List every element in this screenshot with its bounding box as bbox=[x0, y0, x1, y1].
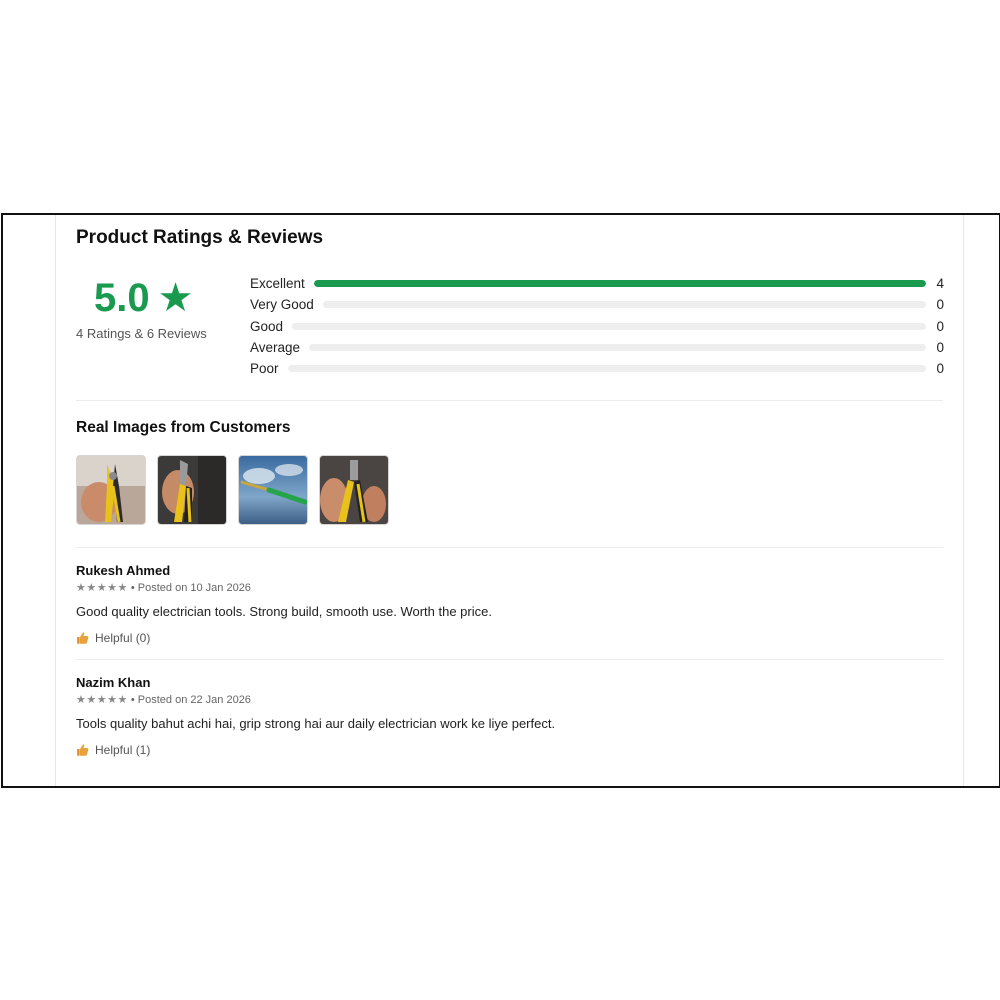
pliers-photo-3 bbox=[320, 456, 388, 524]
customer-image-4[interactable] bbox=[319, 455, 389, 525]
customer-images-title: Real Images from Customers bbox=[76, 419, 291, 436]
distribution-bar bbox=[322, 301, 926, 309]
customer-image-3[interactable] bbox=[238, 455, 308, 525]
customer-images bbox=[76, 455, 389, 525]
distribution-count: 0 bbox=[936, 318, 944, 334]
review-date: • Posted on 10 Jan 2026 bbox=[130, 582, 251, 594]
review-meta: ★★★★★ • Posted on 10 Jan 2026 bbox=[76, 581, 943, 594]
helpful-button[interactable]: Helpful (1) bbox=[76, 743, 943, 757]
distribution-row: Poor 0 bbox=[250, 358, 944, 379]
screwdriver-tester-photo bbox=[239, 456, 307, 524]
distribution-label: Poor bbox=[250, 361, 279, 377]
helpful-button[interactable]: Helpful (0) bbox=[76, 631, 943, 645]
distribution-label: Very Good bbox=[250, 297, 314, 313]
thumbs-up-icon bbox=[77, 744, 89, 756]
review-stars: ★★★★★ bbox=[76, 582, 128, 594]
distribution-count: 4 bbox=[936, 276, 944, 292]
distribution-row: Average 0 bbox=[250, 337, 944, 358]
customer-image-1[interactable] bbox=[76, 455, 146, 525]
reviews-panel: Product Ratings & Reviews 5.0 ★ 4 Ratings… bbox=[55, 215, 964, 786]
reviewer-name: Nazim Khan bbox=[76, 675, 151, 690]
divider bbox=[76, 547, 943, 548]
average-score-value: 5.0 bbox=[94, 276, 150, 320]
distribution-label: Excellent bbox=[250, 276, 305, 292]
distribution-count: 0 bbox=[936, 297, 944, 313]
section-title: Product Ratings & Reviews bbox=[76, 227, 324, 248]
star-icon: ★ bbox=[157, 276, 194, 320]
distribution-fill bbox=[313, 280, 926, 288]
distribution-label: Average bbox=[250, 340, 301, 356]
helpful-label: Helpful (1) bbox=[95, 743, 151, 757]
review-text: Tools quality bahut achi hai, grip stron… bbox=[76, 716, 556, 731]
divider bbox=[76, 400, 943, 401]
distribution-row: Good 0 bbox=[250, 316, 944, 337]
review-stars: ★★★★★ bbox=[76, 694, 128, 706]
review-text: Good quality electrician tools. Strong b… bbox=[76, 604, 492, 619]
reviews-frame: Product Ratings & Reviews 5.0 ★ 4 Ratings… bbox=[1, 213, 1000, 788]
reviewer-name: Rukesh Ahmed bbox=[76, 563, 171, 578]
distribution-bar bbox=[309, 344, 926, 352]
distribution-count: 0 bbox=[936, 361, 944, 377]
distribution-count: 0 bbox=[936, 340, 944, 356]
review-card: Rukesh Ahmed ★★★★★ • Posted on 10 Jan 20… bbox=[76, 563, 943, 645]
distribution-bar bbox=[292, 322, 926, 330]
customer-image-2[interactable] bbox=[157, 455, 227, 525]
pliers-photo-2 bbox=[158, 456, 226, 524]
distribution-bar bbox=[287, 365, 926, 373]
distribution-row: Excellent 4 bbox=[250, 273, 944, 294]
average-score: 5.0 ★ bbox=[94, 275, 193, 321]
distribution-row: Very Good 0 bbox=[250, 294, 944, 315]
review-date: • Posted on 22 Jan 2026 bbox=[130, 694, 251, 706]
distribution-bar bbox=[313, 280, 926, 288]
rating-distribution: Excellent 4 Very Good 0 Good 0 Average 0… bbox=[250, 273, 944, 379]
review-card: Nazim Khan ★★★★★ • Posted on 22 Jan 2026… bbox=[76, 675, 943, 757]
divider bbox=[76, 659, 943, 660]
pliers-photo-1 bbox=[77, 456, 145, 524]
helpful-label: Helpful (0) bbox=[95, 631, 151, 645]
thumbs-up-icon bbox=[77, 632, 89, 644]
distribution-label: Good bbox=[250, 318, 284, 334]
ratings-count: 4 Ratings & 6 Reviews bbox=[76, 326, 207, 341]
review-meta: ★★★★★ • Posted on 22 Jan 2026 bbox=[76, 693, 943, 706]
